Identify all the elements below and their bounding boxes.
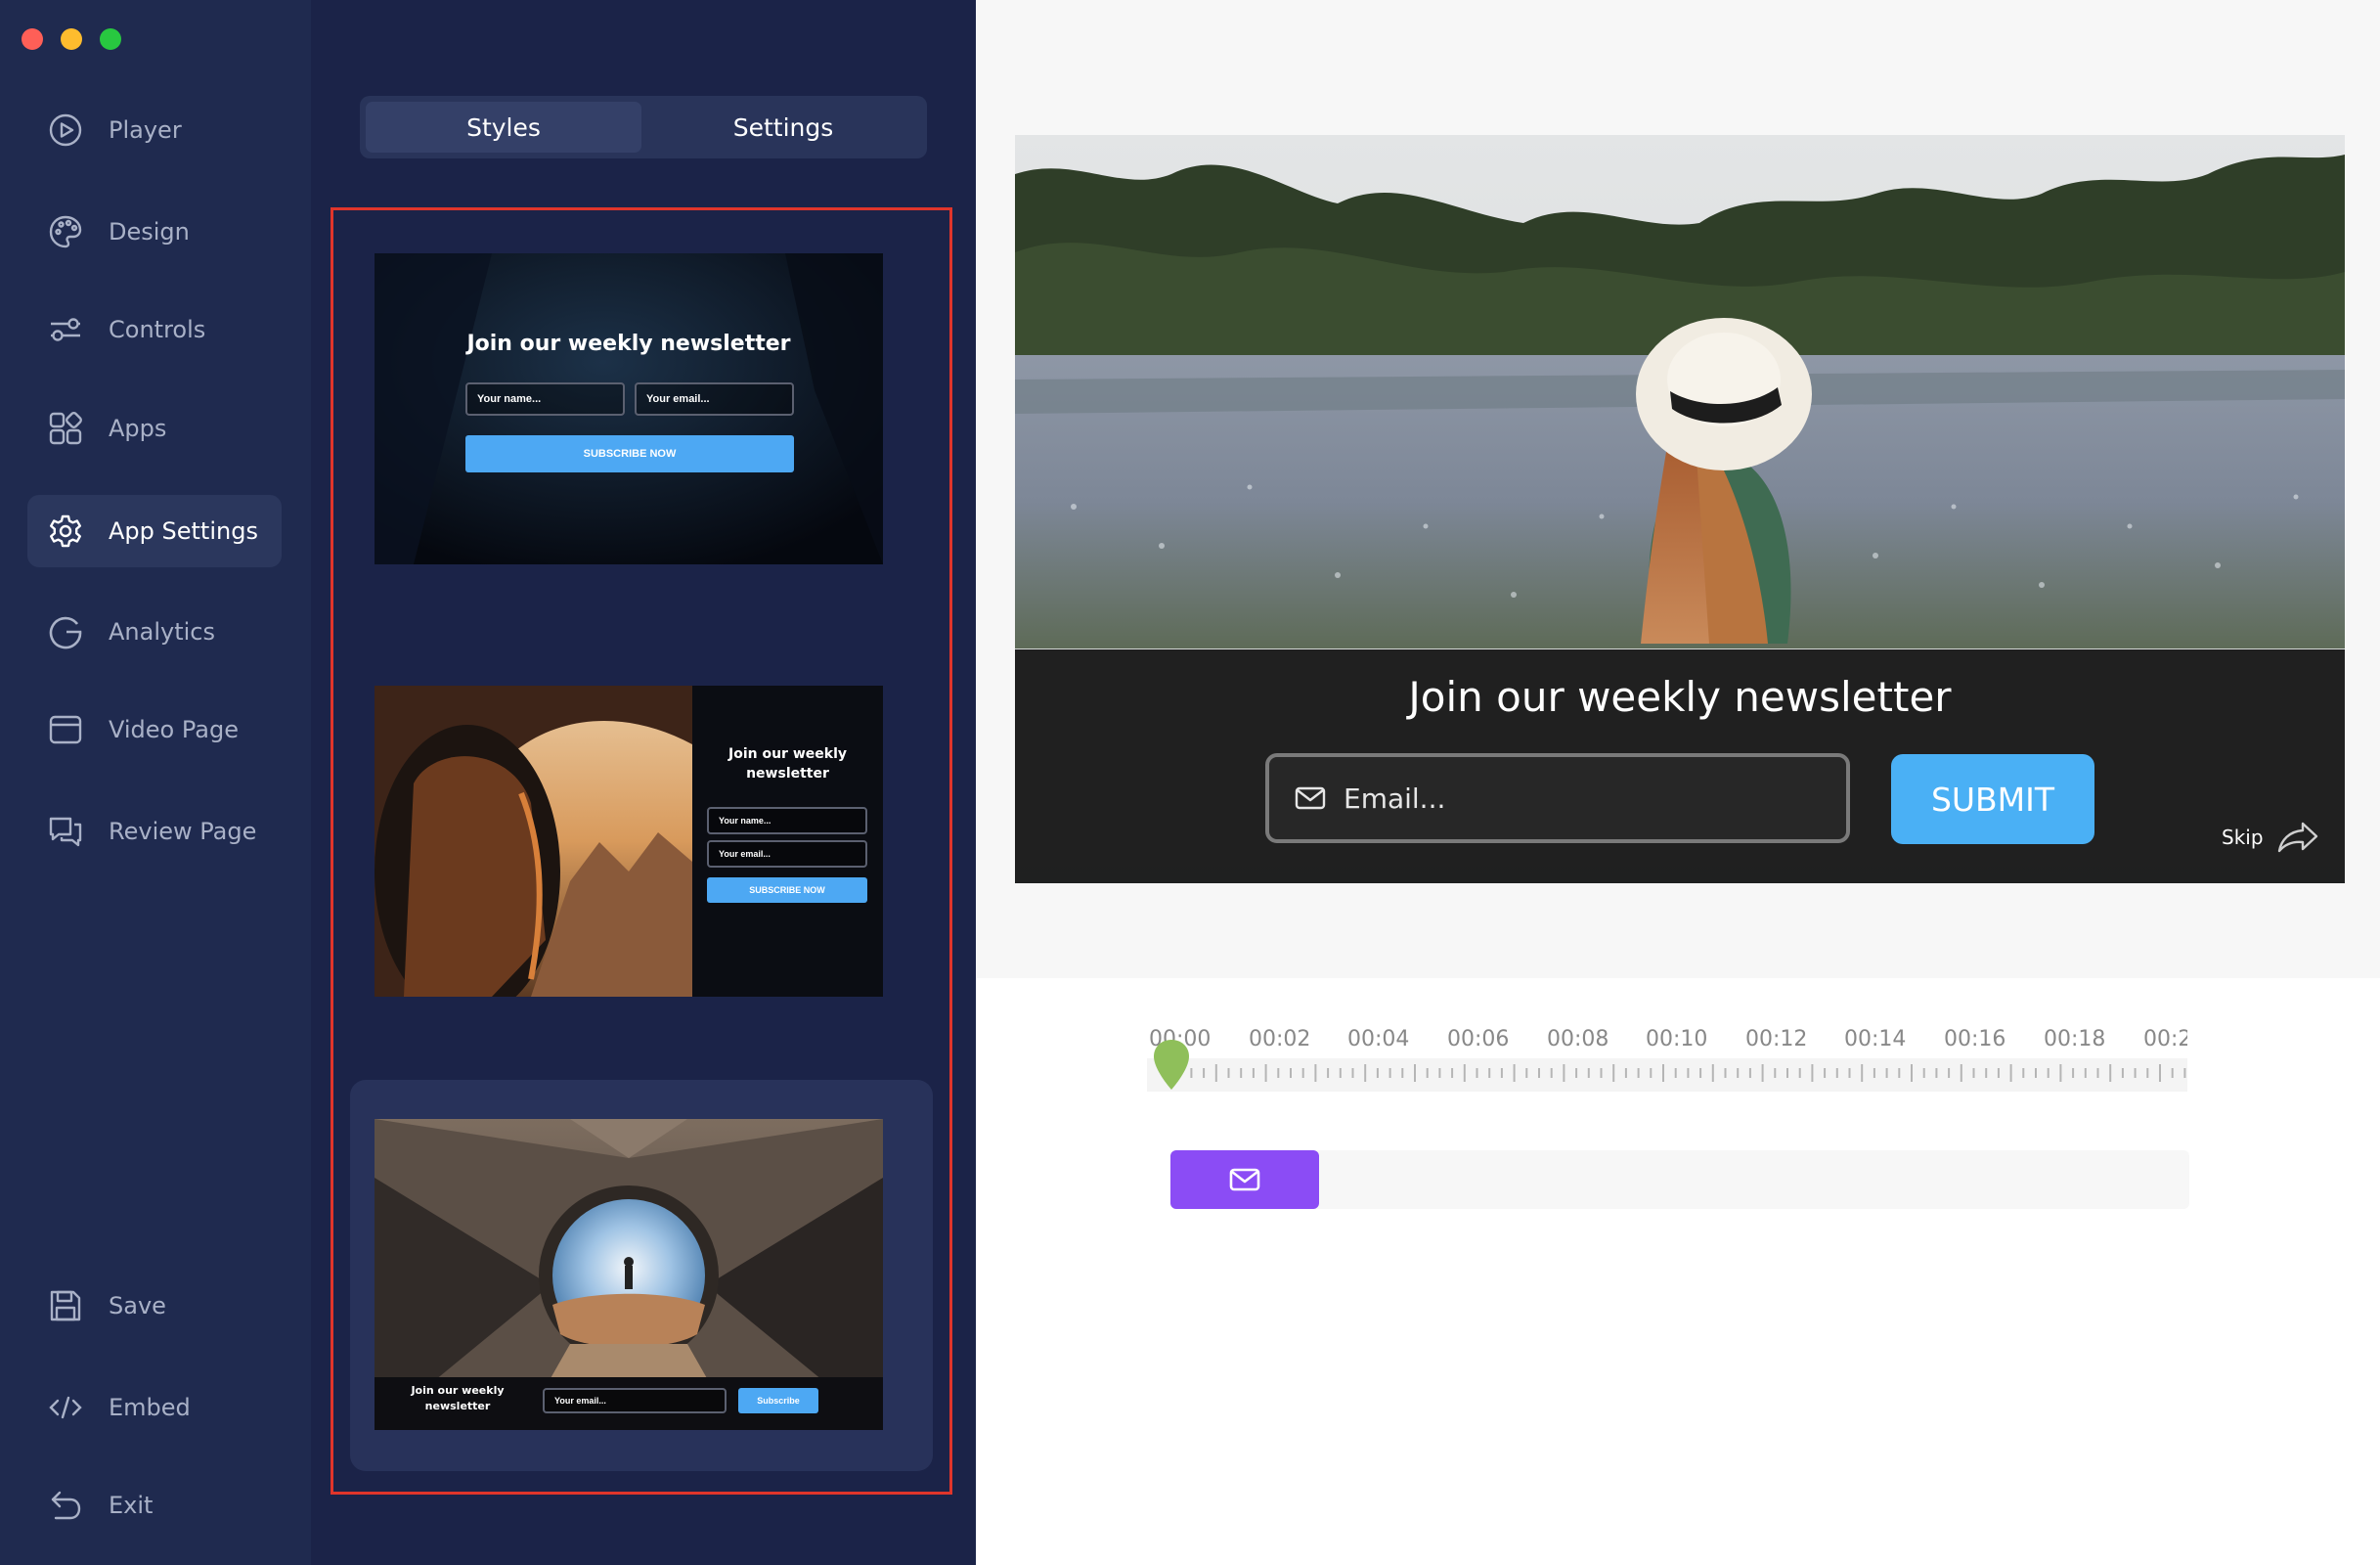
embed-label: Embed [109, 1394, 191, 1421]
sidebar-item-label: Analytics [109, 618, 215, 646]
playhead-marker[interactable] [1150, 1037, 1193, 1092]
style-option-3[interactable]: Join our weekly newsletter Your email...… [375, 1119, 883, 1430]
style-3-email-placeholder: Your email... [554, 1396, 606, 1406]
event-track[interactable] [1170, 1150, 2189, 1209]
newsletter-timeline-block[interactable] [1170, 1150, 1319, 1209]
window-close-button[interactable] [22, 28, 43, 50]
sidebar-item-label: Apps [109, 415, 167, 442]
location-pin-icon [1154, 1040, 1189, 1090]
submit-button[interactable]: SUBMIT [1891, 754, 2094, 844]
browser-window-icon [47, 711, 84, 748]
sidebar-item-label: Design [109, 218, 190, 246]
style-1-background [375, 253, 883, 564]
sidebar: Player Design Controls Apps App Settings… [0, 0, 311, 1565]
sidebar-item-video-page[interactable]: Video Page [27, 693, 282, 766]
tab-settings[interactable]: Settings [645, 102, 921, 153]
style-1-email-field: Your email... [635, 382, 794, 416]
gear-icon [47, 513, 84, 550]
tab-styles[interactable]: Styles [366, 102, 641, 153]
tick-label: 00:10 [1646, 1027, 1708, 1051]
exit-label: Exit [109, 1492, 154, 1519]
timeline-ruler[interactable]: 00:00 00:02 00:04 00:06 00:08 00:10 00:1… [1147, 1021, 2187, 1092]
sidebar-item-review-page[interactable]: Review Page [27, 795, 282, 868]
palette-icon [47, 213, 84, 250]
tick-label: 00:20 [2143, 1027, 2187, 1051]
style-option-1[interactable]: Join our weekly newsletter Your name... … [375, 253, 883, 564]
sidebar-item-app-settings[interactable]: App Settings [27, 495, 282, 567]
sidebar-item-label: Video Page [109, 716, 239, 743]
style-2-title: Join our weekly newsletter [728, 746, 847, 782]
style-1-name-placeholder: Your name... [477, 393, 542, 405]
save-icon [47, 1287, 84, 1324]
embed-button[interactable]: Embed [27, 1371, 282, 1444]
style-3-subscribe-button: Subscribe [738, 1388, 818, 1413]
sliders-icon [47, 311, 84, 348]
style-2-subscribe-button: SUBSCRIBE NOW [707, 877, 867, 903]
ruler-track [1147, 1058, 2187, 1092]
style-1-subscribe-button: SUBSCRIBE NOW [465, 435, 794, 472]
tick-label: 00:08 [1547, 1027, 1609, 1051]
sidebar-item-analytics[interactable]: Analytics [27, 596, 282, 668]
sidebar-item-player[interactable]: Player [27, 94, 282, 166]
style-3-title: Join our weekly newsletter [411, 1384, 505, 1412]
style-3-email-field: Your email... [543, 1388, 727, 1413]
chat-review-icon [47, 813, 84, 850]
code-icon [47, 1389, 84, 1426]
email-field[interactable]: Email... [1265, 753, 1850, 843]
styles-panel: Styles Settings Join our weekly newslett… [311, 0, 976, 1565]
skip-button[interactable]: Skip [2222, 818, 2318, 857]
preview-area: Join our weekly newsletter Email... SUBM… [976, 0, 2380, 978]
mail-icon [1295, 786, 1326, 810]
newsletter-title: Join our weekly newsletter [1408, 673, 1952, 721]
style-1-title: Join our weekly newsletter [466, 332, 791, 356]
sidebar-item-label: App Settings [109, 517, 258, 545]
play-circle-icon [47, 112, 84, 149]
tick-label: 00:06 [1447, 1027, 1510, 1051]
share-arrow-icon [2277, 821, 2318, 854]
sidebar-item-label: Review Page [109, 818, 257, 845]
skip-label: Skip [2222, 826, 2264, 849]
tab-bar: Styles Settings [360, 96, 927, 158]
video-preview[interactable]: Join our weekly newsletter Email... SUBM… [1015, 135, 2345, 883]
newsletter-overlay: Join our weekly newsletter Email... SUBM… [1015, 649, 2345, 883]
save-button[interactable]: Save [27, 1270, 282, 1342]
window-maximize-button[interactable] [100, 28, 121, 50]
style-1-name-field: Your name... [465, 382, 625, 416]
save-label: Save [109, 1292, 166, 1319]
exit-arrow-icon [47, 1487, 84, 1524]
style-1-email-placeholder: Your email... [646, 393, 710, 405]
tick-label: 00:16 [1944, 1027, 2006, 1051]
tick-label: 00:14 [1844, 1027, 1907, 1051]
exit-button[interactable]: Exit [27, 1469, 282, 1542]
email-placeholder: Email... [1344, 782, 1446, 815]
tick-label: 00:18 [2044, 1027, 2106, 1051]
ruler-ticks [1166, 1064, 2186, 1082]
tick-label: 00:02 [1249, 1027, 1311, 1051]
style-2-email-placeholder: Your email... [719, 849, 771, 859]
style-2-name-placeholder: Your name... [719, 816, 771, 826]
sidebar-item-apps[interactable]: Apps [27, 392, 282, 465]
style-2-name-field: Your name... [707, 807, 867, 834]
analytics-g-icon [47, 613, 84, 650]
sidebar-item-label: Controls [109, 316, 206, 343]
window-minimize-button[interactable] [61, 28, 82, 50]
sidebar-item-label: Player [109, 116, 182, 144]
sidebar-item-controls[interactable]: Controls [27, 293, 282, 366]
apps-grid-icon [47, 410, 84, 447]
style-list: Join our weekly newsletter Your name... … [331, 207, 952, 1495]
style-option-2[interactable]: Join our weekly newsletter Your name... … [375, 686, 883, 997]
tick-label: 00:04 [1347, 1027, 1410, 1051]
sidebar-item-design[interactable]: Design [27, 196, 282, 268]
mail-icon [1229, 1168, 1260, 1191]
tick-label: 00:12 [1745, 1027, 1808, 1051]
style-2-email-field: Your email... [707, 840, 867, 868]
